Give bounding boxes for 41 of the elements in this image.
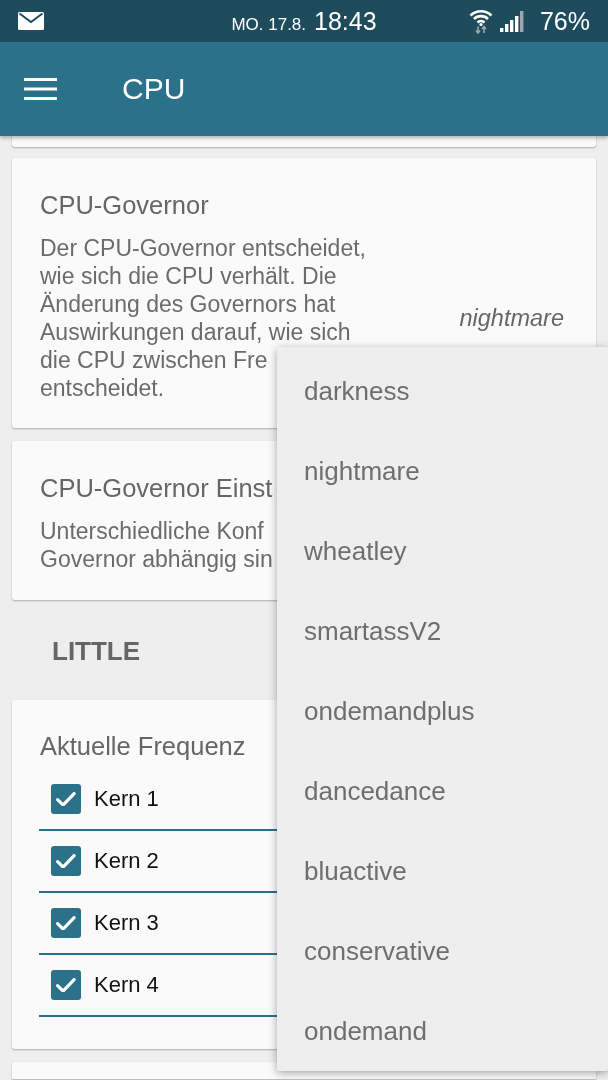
card-title: CPU-Governor bbox=[40, 190, 209, 220]
status-time: 18:43 bbox=[314, 6, 377, 36]
checkmark-icon bbox=[56, 977, 76, 993]
description-line: Governor abhängig sin bbox=[40, 545, 273, 573]
checkbox-label: Kern 1 bbox=[94, 786, 159, 812]
status-date: MO. 17.8. bbox=[231, 15, 307, 35]
menu-item[interactable]: ondemandplus bbox=[277, 671, 608, 751]
checkbox-label: Kern 2 bbox=[94, 848, 159, 874]
description-line: Auswirkungen darauf, wie sich bbox=[40, 318, 351, 346]
description-line: entscheidet. bbox=[40, 374, 165, 402]
menu-item[interactable]: conservative bbox=[277, 911, 608, 991]
description-line: Unterschiedliche Konf bbox=[40, 517, 264, 545]
battery-level: 76% bbox=[539, 6, 590, 36]
checkbox-label: Kern 3 bbox=[94, 910, 159, 936]
app-bar-title: CPU bbox=[122, 71, 186, 107]
menu-item[interactable]: wheatley bbox=[277, 511, 608, 591]
card-title: CPU-Governor Einst bbox=[40, 473, 273, 503]
menu-item[interactable]: ondemand bbox=[277, 991, 608, 1071]
description-line: wie sich die CPU verhält. Die bbox=[40, 262, 337, 290]
section-title: LITTLE bbox=[52, 635, 141, 667]
checkmark-icon bbox=[56, 853, 76, 869]
menu-item[interactable]: nightmare bbox=[277, 431, 608, 511]
checkbox[interactable] bbox=[51, 846, 81, 876]
description-line: die CPU zwischen Fre bbox=[40, 346, 268, 374]
checkbox[interactable] bbox=[51, 908, 81, 938]
checkmark-icon bbox=[56, 915, 76, 931]
checkbox-label: Kern 4 bbox=[94, 972, 159, 998]
checkmark-icon bbox=[56, 791, 76, 807]
menu-icon[interactable] bbox=[24, 78, 57, 100]
menu-item[interactable]: dancedance bbox=[277, 751, 608, 831]
menu-item[interactable]: bluactive bbox=[277, 831, 608, 911]
checkbox[interactable] bbox=[51, 784, 81, 814]
signal-icon bbox=[499, 10, 524, 32]
checkbox[interactable] bbox=[51, 970, 81, 1000]
menu-item[interactable]: smartassV2 bbox=[277, 591, 608, 671]
setting-value: nightmare bbox=[459, 304, 564, 332]
description-line: Änderung des Governors hat bbox=[40, 290, 336, 318]
wifi-icon bbox=[468, 8, 493, 34]
card-title: Aktuelle Frequenz bbox=[40, 731, 246, 761]
mail-icon bbox=[18, 12, 44, 30]
description-line: Der CPU-Governor entscheidet, bbox=[40, 234, 366, 262]
